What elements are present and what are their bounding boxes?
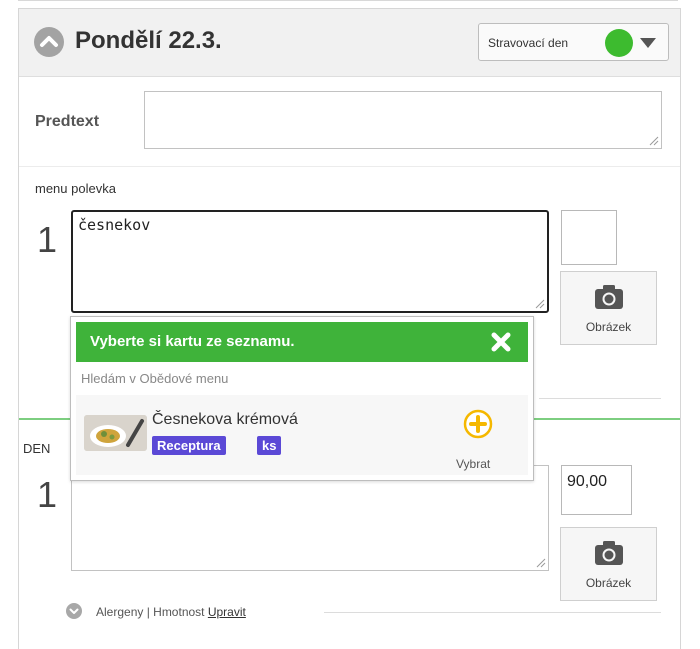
pick-label[interactable]: Vybrat (456, 457, 490, 471)
daily-divider (324, 612, 661, 613)
day-type-label: Stravovací den (488, 36, 569, 50)
chevron-up-icon (40, 36, 58, 47)
collapse-button[interactable] (34, 27, 64, 57)
badge-recipe: Receptura (152, 436, 226, 455)
camera-icon (595, 285, 623, 309)
add-icon[interactable] (463, 409, 493, 439)
daily-image-label: Obrázek (585, 576, 632, 590)
badge-unit: ks (257, 436, 282, 455)
camera-icon (595, 541, 623, 565)
allergens-label: Alergeny | Hmotnost (96, 605, 205, 619)
section-divider (19, 166, 680, 167)
resize-grip-icon[interactable] (536, 558, 546, 568)
resize-grip-icon[interactable] (649, 136, 659, 146)
dropdown-list-item[interactable]: Česnekova krémová Receptura ks Vybrat (76, 395, 528, 475)
soup-course-number: 1 (37, 219, 58, 260)
dropdown-header: Vyberte si kartu ze seznamu. (76, 322, 528, 362)
daily-course-number: 1 (37, 474, 58, 515)
dropdown-title: Vyberte si kartu ze seznamu. (90, 333, 295, 350)
soup-divider (539, 398, 661, 399)
day-type-select[interactable]: Stravovací den (478, 23, 669, 61)
caret-down-icon (640, 38, 656, 48)
recipe-name: Česnekova krémová (152, 411, 298, 428)
predtext-label: Predtext (35, 113, 100, 130)
card-picker-dropdown: Vyberte si kartu ze seznamu. Hledám v Ob… (70, 316, 534, 481)
day-type-status-dot (605, 29, 633, 57)
daily-section-label: DEN (23, 441, 51, 456)
dropdown-search-status: Hledám v Obědové menu (81, 371, 229, 386)
top-divider (18, 0, 678, 1)
daily-price-input[interactable]: 90,00 (561, 465, 632, 515)
recipe-thumbnail (84, 415, 147, 451)
day-header: Pondělí 22.3. Stravovací den (19, 9, 680, 77)
resize-grip-icon[interactable] (535, 299, 545, 309)
soup-menu-textarea[interactable]: česnekov (71, 210, 549, 313)
close-icon[interactable] (489, 330, 513, 354)
soup-section-label: menu polevka (35, 181, 116, 196)
day-title: Pondělí 22.3. (75, 27, 222, 54)
predtext-textarea[interactable] (144, 91, 662, 149)
soup-menu-text: česnekov (78, 216, 151, 234)
allergens-row: Alergeny | Hmotnost Upravit (96, 605, 246, 619)
soup-image-label: Obrázek (585, 320, 632, 334)
soup-price-input[interactable] (561, 210, 617, 265)
daily-image-button[interactable]: Obrázek (560, 527, 657, 601)
edit-link[interactable]: Upravit (208, 605, 246, 619)
chevron-down-icon[interactable] (66, 603, 82, 619)
soup-image-button[interactable]: Obrázek (560, 271, 657, 345)
